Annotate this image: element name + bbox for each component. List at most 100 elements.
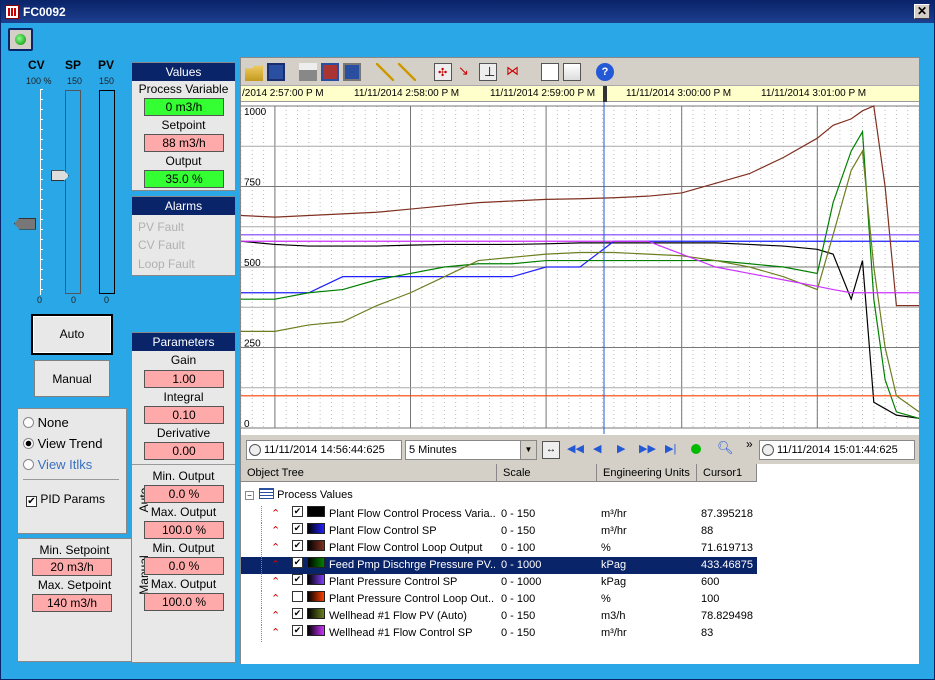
cursor-red-icon[interactable]: ↘	[456, 63, 474, 81]
table-row[interactable]: ⌃ ✔ Wellhead #1 Flow PV (Auto) 0 - 150 m3/h 7…	[241, 608, 757, 625]
pen-cursor-value: 87.395218	[701, 508, 753, 520]
col-scale[interactable]: Scale	[497, 464, 597, 482]
step-forward-icon[interactable]: ▶	[617, 442, 625, 455]
properties-icon[interactable]	[541, 63, 559, 81]
col-units[interactable]: Engineering Units	[597, 464, 697, 482]
pen-color-swatch[interactable]	[307, 523, 325, 534]
manual-min-output[interactable]: 0.0 %	[144, 557, 224, 575]
span-select[interactable]: 5 Minutes ▼	[405, 440, 537, 460]
pen-color-swatch[interactable]	[307, 608, 325, 619]
cv-slider-handle[interactable]	[14, 217, 36, 230]
sp-top-scale: 150	[67, 76, 83, 86]
manual-button[interactable]: Manual	[34, 360, 110, 397]
pen-units: m³/hr	[601, 525, 627, 537]
max-setpoint-label: Max. Setpoint	[37, 578, 112, 592]
pen-cursor-value: 600	[701, 576, 720, 588]
cursor-split-icon[interactable]: ⋈	[503, 63, 521, 81]
end-icon[interactable]: ▶|	[665, 442, 676, 455]
pen-units: kPag	[601, 576, 627, 588]
rewind-icon[interactable]: ◀◀	[567, 442, 584, 455]
table-row[interactable]: ⌃ ✔ Wellhead #1 Flow Control SP 0 - 150 m³/h…	[241, 625, 757, 642]
tree-connector	[261, 591, 271, 608]
derivative-value[interactable]: 0.00	[144, 442, 224, 460]
pen-color-swatch[interactable]	[307, 574, 325, 585]
radio-none[interactable]: None	[23, 415, 69, 430]
table-row[interactable]: ⌃ ✔ Plant Flow Control Process Varia... 0 -…	[241, 506, 757, 523]
pen-name: Wellhead #1 Flow PV (Auto)	[329, 610, 467, 622]
col-object-tree[interactable]: Object Tree	[241, 464, 497, 482]
auto-button[interactable]: Auto	[31, 314, 113, 355]
radio-view-itlks[interactable]: View Itlks	[23, 457, 92, 472]
start-time-value: 11/11/2014 14:56:44:625	[264, 444, 385, 456]
output-label: Output	[165, 154, 202, 168]
trend-plot[interactable]: 1000 750 500 250 0	[240, 102, 920, 434]
output-value[interactable]: 35.0 %	[144, 170, 224, 188]
print-icon[interactable]	[299, 63, 317, 81]
auto-min-output[interactable]: 0.0 %	[144, 485, 224, 503]
start-time-field[interactable]: 11/11/2014 14:56:44:625	[246, 440, 402, 460]
table-row[interactable]: ⌃ Plant Pressure Control Loop Out... 0 - 1…	[241, 591, 757, 608]
pen-color-swatch[interactable]	[307, 506, 325, 517]
open-icon[interactable]	[245, 65, 263, 81]
cv-header: CV	[28, 58, 45, 72]
pen-name: Plant Flow Control SP	[329, 525, 437, 537]
col-cursor1[interactable]: Cursor1	[697, 464, 757, 482]
pen-color-swatch[interactable]	[307, 625, 325, 636]
pen-visible-checkbox[interactable]: ✔	[292, 574, 303, 585]
add-pen-icon[interactable]	[376, 63, 394, 81]
pen-visible-checkbox[interactable]: ✔	[292, 523, 303, 534]
integral-value[interactable]: 0.10	[144, 406, 224, 424]
cv-slider-track[interactable]	[40, 89, 43, 295]
collapse-icon[interactable]: −	[245, 491, 254, 500]
save-as-icon[interactable]	[343, 63, 361, 81]
max-setpoint-value[interactable]: 140 m3/h	[32, 594, 112, 612]
pen-color-swatch[interactable]	[307, 557, 325, 568]
chevron-down-icon[interactable]: ▼	[520, 441, 536, 459]
pen-visible-checkbox[interactable]: ✔	[292, 625, 303, 636]
pen-scale: 0 - 150	[501, 525, 536, 537]
faceplate-mode-button[interactable]	[8, 28, 33, 51]
cursor-icon[interactable]: ⊥	[479, 63, 497, 81]
pen-color-swatch[interactable]	[307, 540, 325, 551]
pen-units: m³/hr	[601, 508, 627, 520]
table-row[interactable]: ⌃ ✔ Plant Flow Control Loop Output 0 - 100%…	[241, 540, 757, 557]
radio-view-trend[interactable]: View Trend	[23, 436, 102, 451]
pen-color-swatch[interactable]	[307, 591, 325, 602]
min-setpoint-value[interactable]: 20 m3/h	[32, 558, 112, 576]
pen-units: m³/hr	[601, 627, 627, 639]
table-row[interactable]: ⌃ ✔ Feed Pmp Dischrge Pressure PV... 0 - 10…	[241, 557, 757, 574]
pen-visible-checkbox[interactable]: ✔	[292, 540, 303, 551]
auto-max-output[interactable]: 100.0 %	[144, 521, 224, 539]
cursor-marker[interactable]	[603, 86, 607, 102]
edit-pen-icon[interactable]	[398, 63, 416, 81]
y-tick-label: 1000	[244, 107, 267, 118]
save-icon[interactable]	[267, 63, 285, 81]
step-back-icon[interactable]: ◀	[593, 442, 601, 455]
pen-visible-checkbox[interactable]: ✔	[292, 608, 303, 619]
crosshair-icon[interactable]: ✣	[434, 63, 452, 81]
sp-value[interactable]: 88 m3/h	[144, 134, 224, 152]
fit-icon[interactable]: ↔	[542, 441, 560, 459]
live-icon[interactable]	[691, 444, 701, 454]
window-title: FC0092	[23, 5, 66, 19]
gain-value[interactable]: 1.00	[144, 370, 224, 388]
tree-connector	[261, 557, 271, 574]
settings-icon[interactable]	[563, 63, 581, 81]
manual-max-output[interactable]: 100.0 %	[144, 593, 224, 611]
pen-visible-checkbox[interactable]: ✔	[292, 557, 303, 568]
tree-root[interactable]: − Process Values	[245, 488, 353, 503]
pen-visible-checkbox[interactable]	[292, 591, 303, 602]
fast-forward-icon[interactable]: ▶▶	[639, 442, 656, 455]
pid-params-checkbox[interactable]: ✔ PID Params	[26, 492, 105, 507]
pen-visible-checkbox[interactable]: ✔	[292, 506, 303, 517]
close-button[interactable]: ✕	[914, 4, 930, 19]
end-time-field[interactable]: 11/11/2014 15:01:44:625	[759, 440, 915, 460]
more-icon[interactable]: »	[746, 437, 753, 451]
table-row[interactable]: ⌃ ✔ Plant Flow Control SP 0 - 150 m³/hr 88	[241, 523, 757, 540]
table-row[interactable]: ⌃ ✔ Plant Pressure Control SP 0 - 1000 kPag 6…	[241, 574, 757, 591]
zoom-icon[interactable]: 🔍︎	[717, 440, 734, 456]
export-icon[interactable]	[321, 63, 339, 81]
pen-units: m3/h	[601, 610, 626, 622]
help-icon[interactable]: ?	[596, 63, 614, 81]
divider	[23, 479, 119, 480]
